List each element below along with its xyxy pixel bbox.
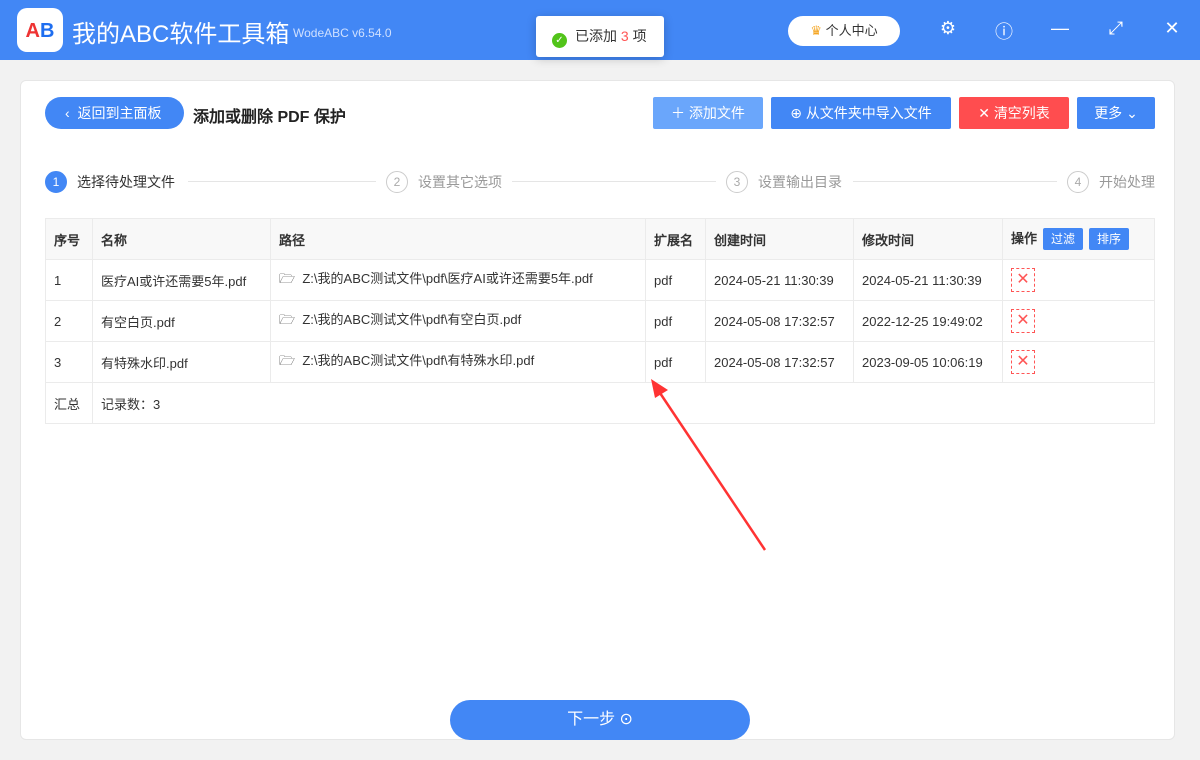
next-label: 下一步: [567, 711, 616, 728]
next-step-button[interactable]: 下一步 ⊙: [450, 700, 750, 740]
annotation-arrow: [651, 379, 767, 551]
arrow-right-circle-icon: ⊙: [619, 711, 633, 728]
